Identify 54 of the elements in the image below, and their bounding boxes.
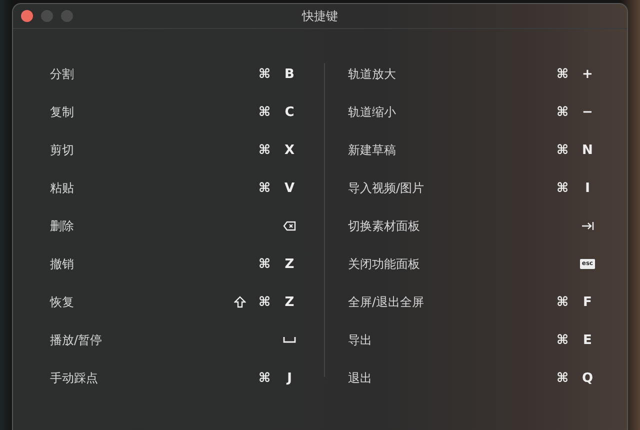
key-label: ⌘ <box>258 142 271 158</box>
shortcut-label: 导出 <box>348 332 372 348</box>
tab-key-icon <box>582 221 594 231</box>
shortcut-label: 全屏/退出全屏 <box>348 294 424 310</box>
key-label: X <box>284 142 295 158</box>
key-label: ⌘ <box>556 142 569 158</box>
shortcut-label: 剪切 <box>50 142 74 158</box>
key-label: ⌘ <box>258 180 271 196</box>
key-label: I <box>585 180 590 196</box>
key-label: + <box>582 66 593 82</box>
key-label: ⌘ <box>258 66 271 82</box>
shortcut-label: 切换素材面板 <box>348 218 420 234</box>
key-label: C <box>284 104 294 120</box>
shortcut-label: 关闭功能面板 <box>348 256 420 272</box>
key-label: ⌘ <box>556 332 569 348</box>
shortcut-label: 恢复 <box>50 294 74 310</box>
space-key-icon <box>283 337 296 343</box>
key-label: J <box>287 370 292 386</box>
shortcut-label: 退出 <box>348 370 372 386</box>
key-label: F <box>583 294 592 310</box>
key-label: ⌘ <box>258 256 271 272</box>
shortcut-label: 轨道放大 <box>348 66 396 82</box>
window-title: 快捷键 <box>302 8 338 24</box>
shortcut-label: 撤销 <box>50 256 74 272</box>
shortcut-label: 复制 <box>50 104 74 120</box>
key-label: − <box>582 104 593 120</box>
key-label: ⌘ <box>556 66 569 82</box>
key-label: Z <box>284 294 294 310</box>
shortcut-label: 播放/暂停 <box>50 332 102 348</box>
shift-key-icon <box>234 296 246 308</box>
delete-key-icon <box>283 221 296 231</box>
shortcut-label: 轨道缩小 <box>348 104 396 120</box>
shortcut-label: 导入视频/图片 <box>348 180 424 196</box>
key-label: Q <box>582 370 594 386</box>
shortcut-label: 粘贴 <box>50 180 74 196</box>
minimize-window-button[interactable] <box>41 10 53 22</box>
zoom-window-button[interactable] <box>61 10 73 22</box>
key-label: ⌘ <box>556 294 569 310</box>
key-label: N <box>582 142 593 158</box>
key-label: ⌘ <box>258 294 271 310</box>
shortcut-label: 分割 <box>50 66 74 82</box>
key-label: ⌘ <box>258 104 271 120</box>
key-label: Z <box>284 256 294 272</box>
shortcut-label: 新建草稿 <box>348 142 396 158</box>
key-label: ⌘ <box>258 370 271 386</box>
close-window-button[interactable] <box>21 10 33 22</box>
key-label: V <box>284 180 295 196</box>
shortcut-label: 删除 <box>50 218 74 234</box>
key-label: ⌘ <box>556 180 569 196</box>
key-label: ⌘ <box>556 370 569 386</box>
shortcut-label: 手动踩点 <box>50 370 98 386</box>
key-label: E <box>583 332 592 348</box>
key-label: ⌘ <box>556 104 569 120</box>
key-label: B <box>284 66 294 82</box>
